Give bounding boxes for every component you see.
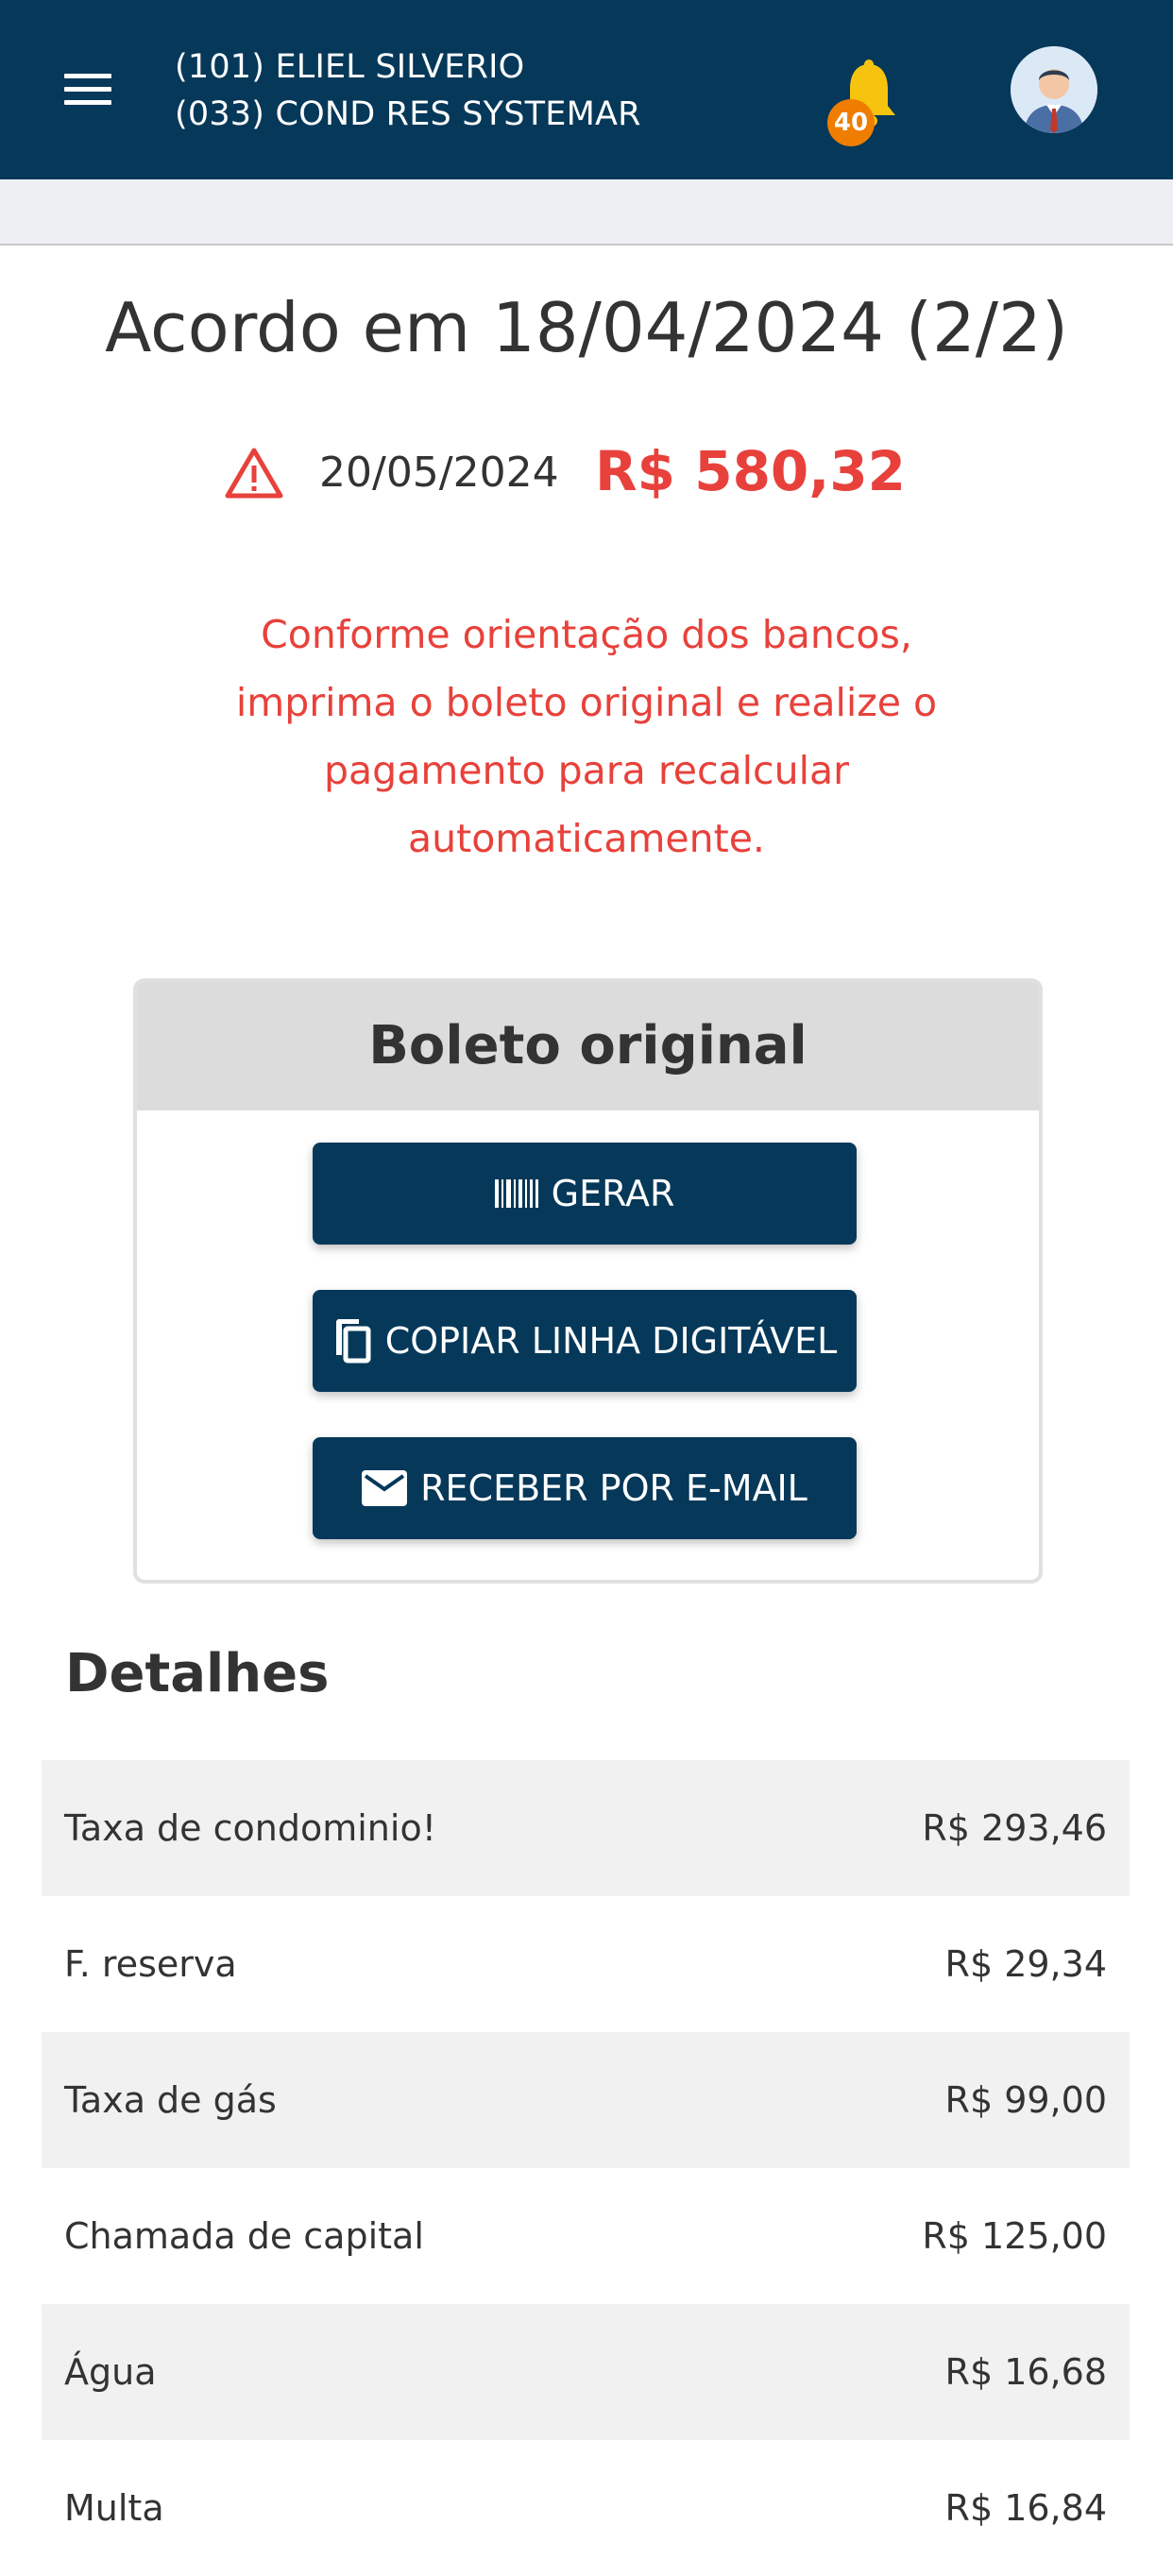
due-date: 20/05/2024 (319, 449, 559, 497)
details-row-label: F. reserva (64, 1943, 237, 1985)
boleto-card-title: Boleto original (137, 982, 1039, 1110)
details-row-value: R$ 16,68 (944, 2351, 1107, 2393)
copy-digitable-line-label: COPIAR LINHA DIGITÁVEL (384, 1320, 838, 1362)
details-row-label: Chamada de capital (64, 2215, 424, 2257)
details-row: Multa R$ 16,84 (42, 2440, 1130, 2576)
app-header: (101) ELIEL SILVERIO (033) COND RES SYST… (0, 0, 1173, 179)
warning-triangle-icon (224, 447, 284, 500)
details-row: Taxa de gás R$ 99,00 (42, 2032, 1130, 2168)
mail-icon (362, 1470, 408, 1506)
generate-boleto-label: GERAR (551, 1173, 675, 1214)
receive-by-email-button[interactable]: RECEBER POR E-MAIL (313, 1437, 857, 1539)
details-row-value: R$ 29,34 (944, 1943, 1107, 1985)
condo-line: (033) COND RES SYSTEMAR (175, 95, 641, 133)
details-row-label: Multa (64, 2487, 164, 2529)
user-avatar[interactable] (1011, 46, 1097, 133)
hamburger-menu-icon[interactable] (64, 74, 111, 108)
barcode-icon (494, 1179, 538, 1208)
header-unit-info: (101) ELIEL SILVERIO (033) COND RES SYST… (175, 43, 641, 138)
generate-boleto-button[interactable]: GERAR (313, 1143, 857, 1245)
sub-header-band (0, 179, 1173, 246)
copy-icon (332, 1317, 372, 1364)
due-amount: R$ 580,32 (595, 439, 907, 503)
bank-notice: Conforme orientação dos bancos, imprima … (235, 612, 938, 861)
unit-line: (101) ELIEL SILVERIO (175, 48, 525, 86)
details-row-label: Taxa de gás (64, 2079, 277, 2121)
details-list: Taxa de condominio! R$ 293,46 F. reserva… (42, 1760, 1130, 2576)
details-row: Água R$ 16,68 (42, 2304, 1130, 2440)
details-row: Chamada de capital R$ 125,00 (42, 2168, 1130, 2304)
boleto-card: Boleto original GERAR COPIAR LINHA DIGIT… (133, 978, 1043, 1584)
due-row: 20/05/2024 R$ 580,32 (0, 439, 1173, 505)
details-row-label: Taxa de condominio! (64, 1807, 436, 1849)
details-title: Detalhes (65, 1643, 330, 1704)
details-row: F. reserva R$ 29,34 (42, 1896, 1130, 2032)
details-row-value: R$ 293,46 (922, 1807, 1107, 1849)
details-row-value: R$ 99,00 (944, 2079, 1107, 2121)
details-row-value: R$ 16,84 (944, 2487, 1107, 2529)
details-row: Taxa de condominio! R$ 293,46 (42, 1760, 1130, 1896)
page-title: Acordo em 18/04/2024 (2/2) (105, 288, 1068, 367)
details-row-value: R$ 125,00 (922, 2215, 1107, 2257)
details-row-label: Água (64, 2351, 157, 2393)
receive-by-email-label: RECEBER POR E-MAIL (420, 1467, 808, 1509)
notification-badge[interactable]: 40 (827, 99, 875, 146)
copy-digitable-line-button[interactable]: COPIAR LINHA DIGITÁVEL (313, 1290, 857, 1392)
